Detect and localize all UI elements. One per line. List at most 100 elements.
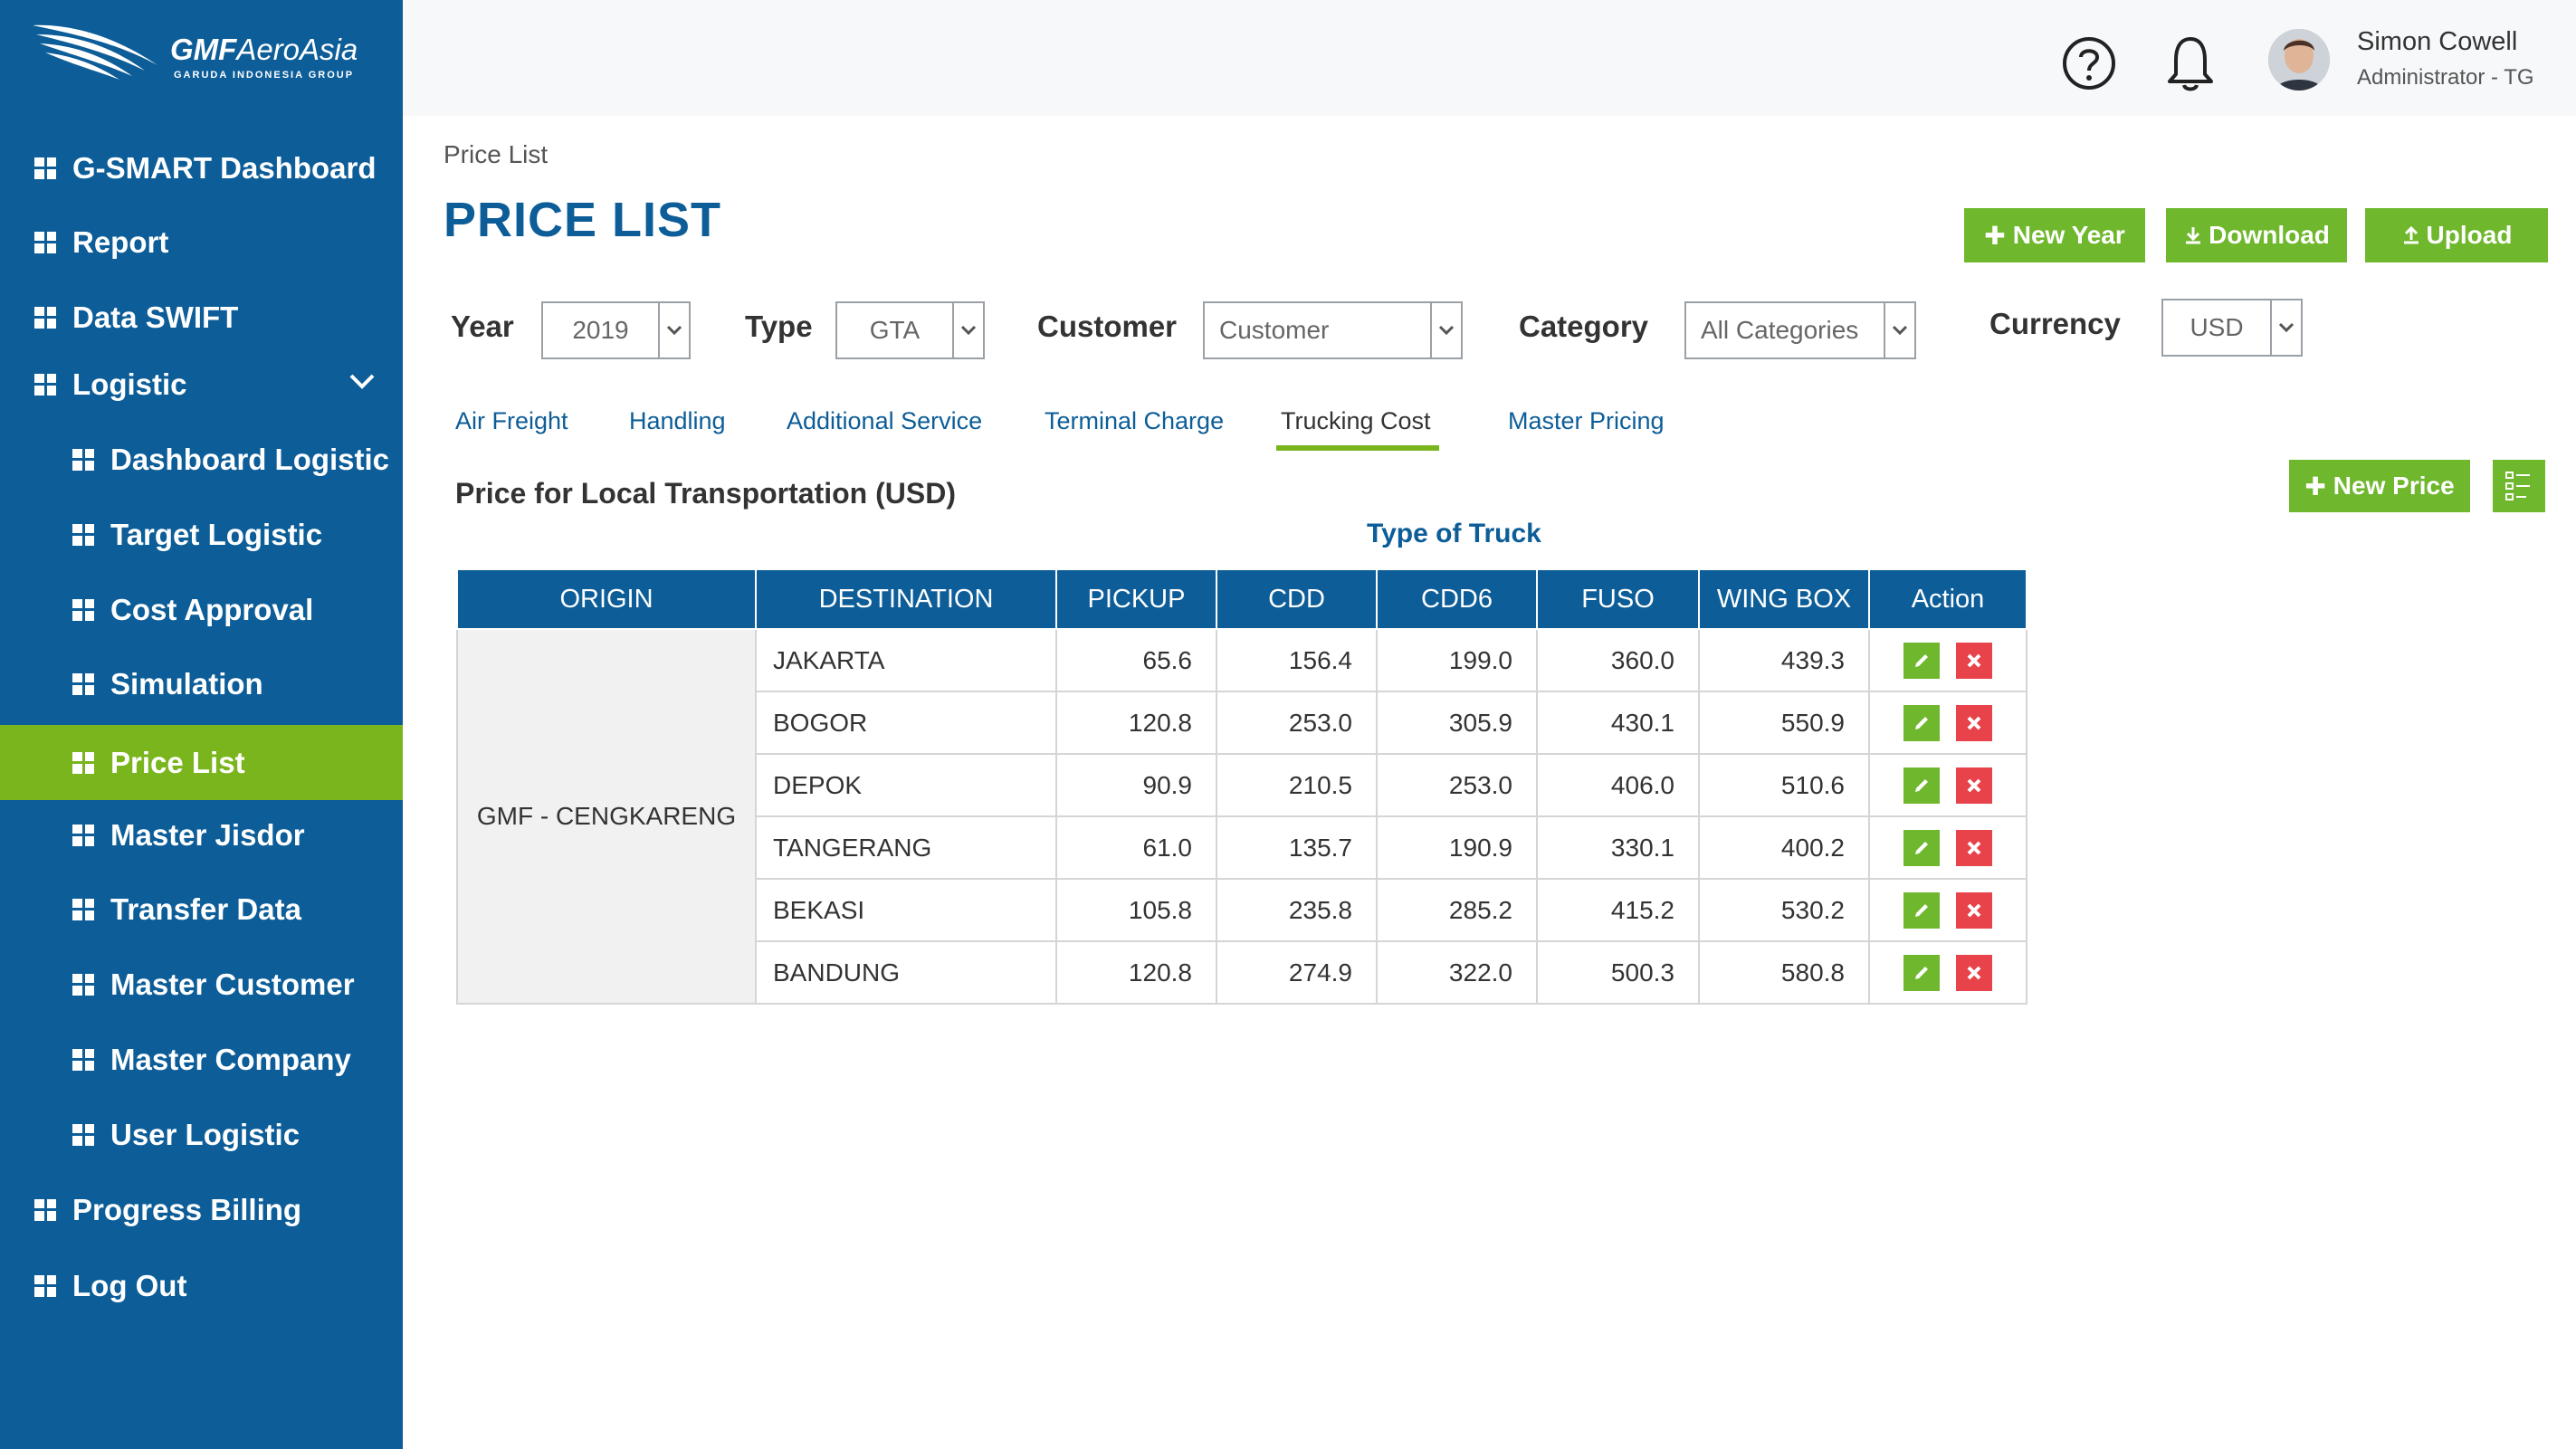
fuso-cell: 330.1: [1536, 815, 1700, 880]
category-select[interactable]: All Categories: [1684, 301, 1916, 359]
column-header-action: Action: [1868, 568, 2027, 630]
breadcrumb: Price List: [444, 140, 549, 168]
new-price-button[interactable]: ✚ New Price: [2289, 460, 2470, 512]
destination-cell: BEKASI: [755, 878, 1057, 942]
tab-additional-service[interactable]: Additional Service: [787, 407, 982, 435]
page-title: PRICE LIST: [444, 193, 722, 247]
tab-terminal-charge[interactable]: Terminal Charge: [1045, 407, 1224, 435]
chevron-down-icon: [1884, 303, 1914, 357]
user-name[interactable]: Simon Cowell: [2357, 27, 2517, 57]
grid-icon: [72, 1048, 94, 1071]
edit-icon[interactable]: [1903, 954, 1940, 991]
sidebar-item-dashboard-logistic[interactable]: Dashboard Logistic: [0, 422, 403, 497]
new-year-button[interactable]: ✚ New Year: [1964, 208, 2145, 262]
sidebar-item-label: Master Customer: [110, 967, 355, 1001]
sidebar-item-target-logistic[interactable]: Target Logistic: [0, 497, 403, 572]
delete-icon[interactable]: [1956, 829, 1992, 866]
help-icon[interactable]: [2062, 36, 2116, 91]
brand-tagline: GARUDA INDONESIA GROUP: [174, 70, 355, 81]
sidebar-item-log-out[interactable]: Log Out: [0, 1248, 403, 1323]
truck-type-heading: Type of Truck: [1367, 519, 1541, 548]
sidebar-item-label: Dashboard Logistic: [110, 442, 390, 476]
delete-icon[interactable]: [1956, 954, 1992, 991]
edit-icon[interactable]: [1903, 891, 1940, 929]
year-select[interactable]: 2019: [541, 301, 691, 359]
fuso-cell: 430.1: [1536, 691, 1700, 755]
column-header-cdd: CDD: [1216, 568, 1378, 630]
type-select[interactable]: GTA: [835, 301, 985, 359]
tab-master-pricing[interactable]: Master Pricing: [1508, 407, 1665, 435]
sidebar-item-data-swift[interactable]: Data SWIFT: [0, 280, 403, 355]
top-bar: [403, 0, 2576, 116]
customer-select[interactable]: Customer: [1203, 301, 1463, 359]
upload-icon: [2403, 225, 2419, 244]
column-header-wing-box: WING BOX: [1698, 568, 1870, 630]
cdd-cell: 156.4: [1216, 628, 1378, 692]
action-cell: [1868, 940, 2027, 1005]
edit-icon[interactable]: [1903, 829, 1940, 866]
column-settings-button[interactable]: [2493, 460, 2545, 512]
sidebar-item-label: Cost Approval: [110, 592, 314, 626]
wing-box-cell: 530.2: [1698, 878, 1870, 942]
type-label: Type: [745, 310, 813, 343]
sidebar-item-simulation[interactable]: Simulation: [0, 646, 403, 721]
tab-handling[interactable]: Handling: [629, 407, 726, 435]
pickup-cell: 120.8: [1055, 691, 1217, 755]
cdd-cell: 210.5: [1216, 753, 1378, 817]
chevron-down-icon[interactable]: [348, 372, 376, 390]
column-header-pickup: PICKUP: [1055, 568, 1217, 630]
delete-icon[interactable]: [1956, 642, 1992, 679]
grid-icon: [72, 824, 94, 846]
sidebar-item-transfer-data[interactable]: Transfer Data: [0, 872, 403, 947]
destination-cell: JAKARTA: [755, 628, 1057, 692]
grid-icon: [34, 1274, 56, 1297]
sidebar-item-label: Target Logistic: [110, 517, 323, 551]
grid-icon: [34, 306, 56, 329]
sidebar-item-report[interactable]: Report: [0, 205, 403, 280]
sidebar-item-label: Transfer Data: [110, 891, 301, 926]
grid-icon: [34, 373, 56, 396]
cdd6-cell: 253.0: [1376, 753, 1538, 817]
sidebar-item-logistic[interactable]: Logistic: [0, 347, 403, 422]
edit-icon[interactable]: [1903, 704, 1940, 741]
sidebar-item-master-company[interactable]: Master Company: [0, 1022, 403, 1097]
edit-icon[interactable]: [1903, 642, 1940, 679]
sidebar-item-master-jisdor[interactable]: Master Jisdor: [0, 797, 403, 872]
destination-cell: DEPOK: [755, 753, 1057, 817]
download-button[interactable]: Download: [2166, 208, 2347, 262]
active-tab-indicator: [1276, 445, 1439, 451]
delete-icon[interactable]: [1956, 767, 1992, 804]
destination-cell: BANDUNG: [755, 940, 1057, 1005]
tab-trucking-cost[interactable]: Trucking Cost: [1281, 407, 1431, 435]
sidebar-item-g-smart-dashboard[interactable]: G-SMART Dashboard: [0, 130, 403, 205]
currency-select[interactable]: USD: [2161, 299, 2303, 357]
grid-icon: [72, 1123, 94, 1146]
avatar[interactable]: [2268, 29, 2330, 91]
upload-button[interactable]: Upload: [2365, 208, 2548, 262]
category-label: Category: [1519, 310, 1649, 343]
edit-icon[interactable]: [1903, 767, 1940, 804]
column-header-destination: DESTINATION: [755, 568, 1057, 630]
sidebar-item-cost-approval[interactable]: Cost Approval: [0, 572, 403, 647]
sidebar-item-label: Report: [72, 224, 169, 259]
sidebar-item-user-logistic[interactable]: User Logistic: [0, 1097, 403, 1172]
sidebar-item-label: User Logistic: [110, 1117, 301, 1151]
sidebar: GMFAeroAsia GARUDA INDONESIA GROUP G-SMA…: [0, 0, 403, 1449]
list-settings-icon: [2505, 472, 2530, 500]
tab-air-freight[interactable]: Air Freight: [455, 407, 568, 435]
action-cell: [1868, 878, 2027, 942]
sidebar-item-progress-billing[interactable]: Progress Billing: [0, 1172, 403, 1247]
wing-box-cell: 550.9: [1698, 691, 1870, 755]
grid-icon: [72, 973, 94, 996]
sidebar-item-price-list[interactable]: Price List: [0, 725, 403, 800]
company-logo[interactable]: GMFAeroAsia GARUDA INDONESIA GROUP: [31, 18, 358, 91]
chevron-down-icon: [658, 303, 689, 357]
delete-icon[interactable]: [1956, 891, 1992, 929]
sidebar-item-master-customer[interactable]: Master Customer: [0, 947, 403, 1022]
bell-icon[interactable]: [2165, 34, 2216, 92]
delete-icon[interactable]: [1956, 704, 1992, 741]
plus-icon: ✚: [1984, 221, 2006, 250]
column-header-origin: ORIGIN: [456, 568, 757, 630]
action-cell: [1868, 628, 2027, 692]
chevron-down-icon: [1430, 303, 1461, 357]
